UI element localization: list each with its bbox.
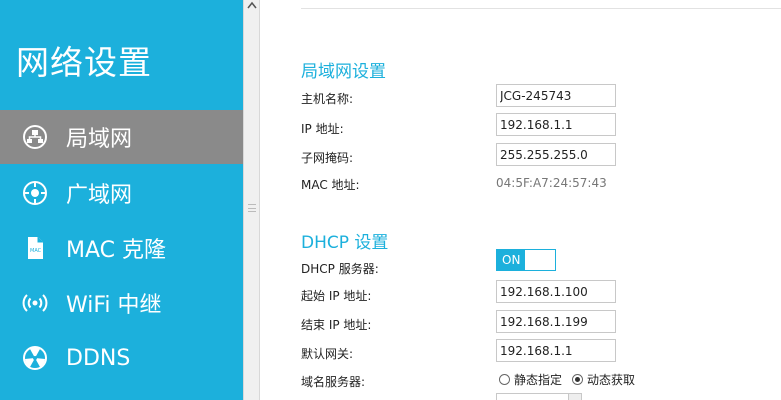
sidebar-item-label: 广域网 [66, 183, 133, 208]
hostname-label: 主机名称: [301, 92, 354, 106]
radio-checked-icon [572, 374, 584, 385]
scroll-up-icon[interactable] [247, 0, 257, 12]
end-ip-field[interactable] [496, 310, 616, 333]
sidebar-item-lan[interactable]: 局域网 [0, 110, 243, 164]
ddns-icon [20, 343, 50, 373]
mac-label: MAC 地址: [301, 178, 360, 192]
dhcp-server-label: DHCP 服务器: [301, 262, 379, 276]
sidebar-title: 网络设置 [16, 43, 152, 82]
dns-label: 域名服务器: [301, 375, 366, 389]
sidebar-scrollbar[interactable] [243, 0, 260, 400]
sidebar-item-wan[interactable]: 广域网 [0, 166, 243, 220]
dns-static-label: 静态指定 [514, 373, 563, 387]
cut-off-heading-icon: ⌐ ━━ [301, 0, 343, 7]
scroll-grip[interactable] [248, 204, 256, 212]
subnet-mask-field[interactable] [496, 143, 616, 166]
start-ip-label: 起始 IP 地址: [301, 289, 372, 303]
gateway-label: 默认网关: [301, 347, 354, 361]
mac-file-icon: MAC [20, 233, 50, 263]
main-content: ⌐ ━━ 局域网设置 主机名称: IP 地址: 子网掩码: MAC 地址: 04… [261, 0, 781, 400]
sidebar-item-label: MAC 克隆 [66, 238, 166, 263]
gateway-field[interactable] [496, 339, 616, 362]
top-divider [301, 8, 781, 9]
wan-globe-icon [20, 178, 50, 208]
lan-icon [20, 122, 50, 152]
hostname-field[interactable] [496, 84, 616, 107]
sidebar-item-mac-clone[interactable]: MAC MAC 克隆 [0, 221, 243, 275]
sidebar-item-label: WiFi 中继 [66, 293, 162, 318]
dhcp-server-toggle[interactable]: ON [496, 249, 556, 271]
lan-section-title: 局域网设置 [301, 62, 386, 82]
sidebar-item-ddns[interactable]: DDNS [0, 331, 243, 385]
dns-dropdown-partial[interactable] [496, 393, 582, 400]
sidebar-item-wifi-repeater[interactable]: WiFi 中继 [0, 276, 243, 330]
sidebar-item-label: DDNS [66, 345, 131, 371]
dns-static-radio[interactable]: 静态指定 [499, 371, 562, 388]
end-ip-label: 结束 IP 地址: [301, 318, 372, 332]
ip-address-field[interactable] [496, 113, 616, 136]
dns-dynamic-label: 动态获取 [587, 373, 636, 387]
dns-mode-radio-group: 静态指定 动态获取 [499, 371, 645, 388]
dns-dynamic-radio[interactable]: 动态获取 [572, 371, 635, 388]
ip-label: IP 地址: [301, 122, 344, 136]
mac-address-value: 04:5F:A7:24:57:43 [496, 176, 607, 190]
subnet-mask-label: 子网掩码: [301, 151, 354, 165]
radio-unchecked-icon [499, 374, 510, 385]
start-ip-field[interactable] [496, 280, 616, 303]
svg-text:MAC: MAC [30, 248, 42, 254]
dhcp-section-title: DHCP 设置 [301, 233, 389, 253]
toggle-on-label: ON [497, 250, 525, 270]
sidebar: 网络设置 局域网 广域网 MAC MAC 克隆 WiFi 中继 DDNS [0, 0, 243, 400]
wifi-signal-icon [20, 288, 50, 318]
sidebar-item-label: 局域网 [66, 127, 133, 152]
